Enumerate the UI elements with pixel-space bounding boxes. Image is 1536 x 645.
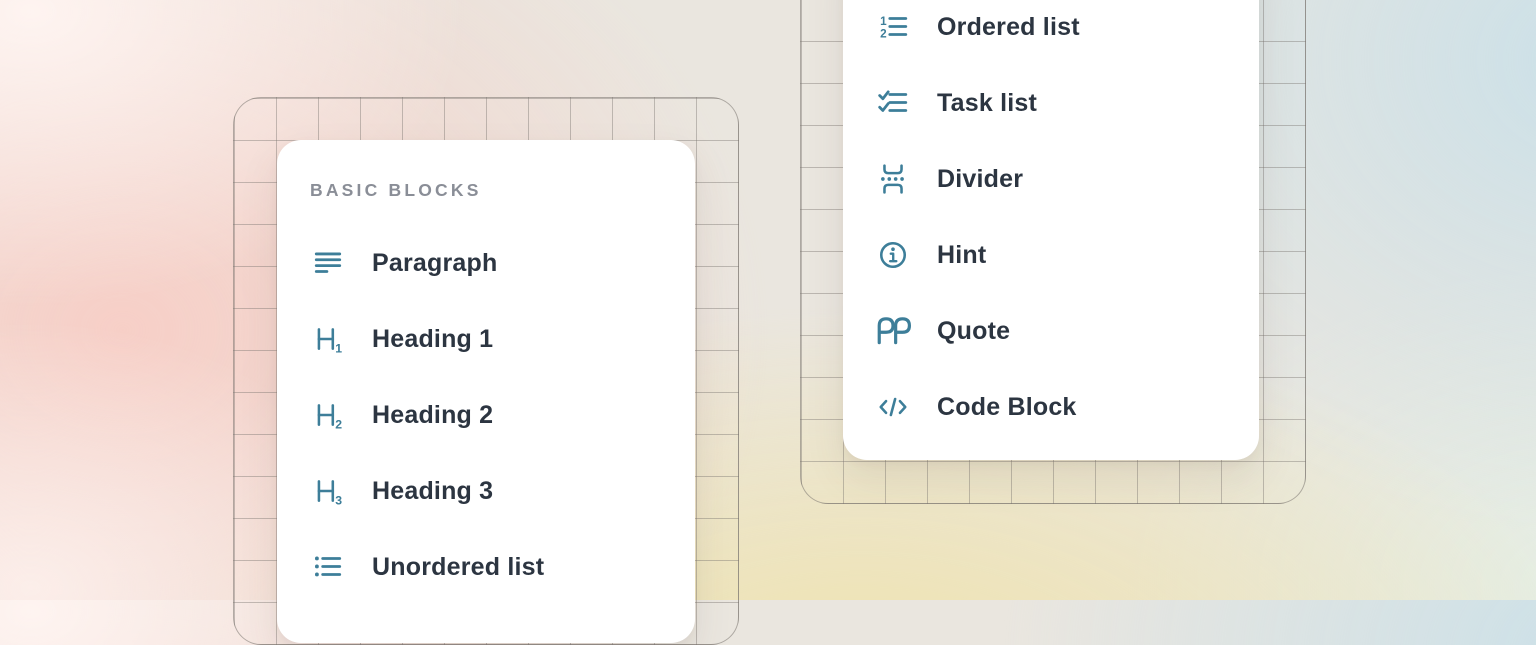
heading-2-icon: 2 — [310, 399, 346, 431]
svg-text:1: 1 — [880, 15, 887, 28]
menu-item-label: Heading 3 — [372, 479, 493, 504]
svg-text:3: 3 — [335, 493, 342, 507]
paragraph-icon — [310, 247, 346, 279]
menu-item-code-block[interactable]: Code Block — [875, 369, 1259, 445]
menu-item-label: Quote — [937, 319, 1010, 344]
heading-3-icon: 3 — [310, 475, 346, 507]
menu-item-unordered-list[interactable]: Unordered list — [310, 529, 695, 605]
svg-text:1: 1 — [335, 341, 342, 355]
menu-item-quote[interactable]: Quote — [875, 293, 1259, 369]
ordered-list-icon: 12 — [875, 11, 911, 43]
hint-icon — [875, 239, 911, 271]
heading-1-icon: 1 — [310, 323, 346, 355]
menu-item-hint[interactable]: Hint — [875, 217, 1259, 293]
svg-text:2: 2 — [880, 28, 887, 41]
right-menu-items: 12 Ordered list Task list Divider Hint Quote C… — [875, 0, 1259, 445]
left-menu-items: Paragraph 1 Heading 1 2 Heading 2 3 Heading 3 U… — [310, 225, 695, 605]
divider-icon — [875, 163, 911, 195]
quote-icon — [875, 315, 911, 347]
menu-item-task-list[interactable]: Task list — [875, 65, 1259, 141]
menu-item-label: Code Block — [937, 395, 1077, 420]
menu-item-label: Heading 2 — [372, 403, 493, 428]
menu-item-label: Divider — [937, 167, 1023, 192]
menu-item-label: Hint — [937, 243, 986, 268]
page-background: { "theme": { "icon_color": "#3d7e99", "t… — [0, 0, 1536, 600]
menu-item-label: Task list — [937, 91, 1037, 116]
block-menu-right: 12 Ordered list Task list Divider Hint Quote C… — [843, 0, 1259, 460]
menu-item-heading-1[interactable]: 1 Heading 1 — [310, 301, 695, 377]
menu-item-label: Heading 1 — [372, 327, 493, 352]
menu-item-label: Ordered list — [937, 15, 1080, 40]
unordered-list-icon — [310, 551, 346, 583]
svg-text:2: 2 — [335, 417, 342, 431]
menu-item-ordered-list[interactable]: 12 Ordered list — [875, 0, 1259, 65]
basic-blocks-section-label: BASIC BLOCKS — [310, 182, 695, 199]
menu-item-divider[interactable]: Divider — [875, 141, 1259, 217]
code-block-icon — [875, 391, 911, 423]
task-list-icon — [875, 87, 911, 119]
menu-item-heading-3[interactable]: 3 Heading 3 — [310, 453, 695, 529]
menu-item-paragraph[interactable]: Paragraph — [310, 225, 695, 301]
block-menu-left: BASIC BLOCKS Paragraph 1 Heading 1 2 Heading… — [277, 140, 695, 643]
menu-item-label: Unordered list — [372, 555, 544, 580]
menu-item-heading-2[interactable]: 2 Heading 2 — [310, 377, 695, 453]
menu-item-label: Paragraph — [372, 251, 497, 276]
